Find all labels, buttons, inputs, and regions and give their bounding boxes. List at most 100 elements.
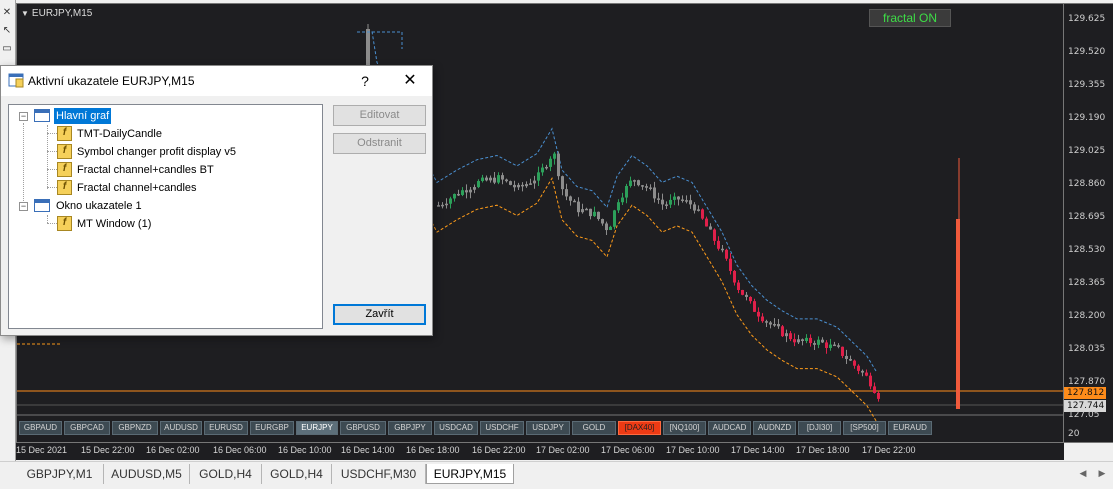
scroll-right-icon[interactable]: ▶: [1095, 466, 1109, 480]
price-axis-label: 128.530: [1068, 245, 1106, 255]
fractal-toggle-button[interactable]: fractal ON: [869, 9, 951, 27]
candle-body: [541, 167, 544, 173]
collapse-icon[interactable]: −: [19, 112, 28, 121]
toolbar-icon[interactable]: ▭: [0, 42, 14, 56]
candle-body: [721, 248, 724, 251]
candle-body: [705, 218, 708, 227]
candle-body: [497, 175, 500, 183]
symbol-button-gold[interactable]: GOLD: [572, 421, 616, 435]
symbol-button-gbpjpy[interactable]: GBPJPY: [388, 421, 432, 435]
candle-body: [513, 184, 516, 188]
indicator-window-top-label: 127.05: [1068, 410, 1100, 420]
indicator-window-bottom-label: 20: [1068, 429, 1080, 439]
candle-body: [841, 346, 844, 356]
tab-audusd-m5[interactable]: AUDUSD,M5: [104, 464, 190, 484]
candle-body: [609, 226, 612, 231]
price-axis-label: 128.860: [1068, 179, 1106, 189]
collapse-icon[interactable]: −: [19, 202, 28, 211]
tab-gbpjpy-m1[interactable]: GBPJPY,M1: [16, 464, 104, 484]
active-indicators-dialog: Aktivní ukazatele EURJPY,M15 ? ✕ − Hlavn…: [0, 65, 433, 336]
close-icon[interactable]: ✕: [0, 6, 14, 20]
symbol-button-gbpnzd[interactable]: GBPNZD: [112, 421, 158, 435]
symbol-button-euraud[interactable]: EURAUD: [888, 421, 932, 435]
symbol-button-audnzd[interactable]: AUDNZD: [753, 421, 796, 435]
candle-body: [765, 321, 768, 323]
candle-body: [825, 342, 828, 348]
symbol-button-eurusd[interactable]: EURUSD: [204, 421, 248, 435]
symbol-button-eurgbp[interactable]: EURGBP: [250, 421, 294, 435]
candle-body: [605, 223, 608, 231]
candle-body: [533, 180, 536, 184]
candle-body: [717, 240, 720, 249]
chart-window-icon: [34, 199, 50, 212]
custom-indicator-icon: f: [57, 180, 72, 195]
symbol-button-gbpaud[interactable]: GBPAUD: [19, 421, 62, 435]
symbol-button-nq100[interactable]: [NQ100]: [663, 421, 706, 435]
candle-body: [777, 324, 780, 327]
tree-item-main-chart[interactable]: − Hlavní graf: [9, 108, 309, 124]
candle-body: [469, 189, 472, 193]
tree-item-subwindow[interactable]: − Okno ukazatele 1: [9, 198, 309, 214]
close-button[interactable]: ✕: [399, 71, 421, 91]
candle-body: [873, 386, 876, 393]
tree-item-indicator[interactable]: f TMT-DailyCandle: [9, 126, 309, 142]
candle-body: [577, 201, 580, 213]
candle-body: [597, 211, 600, 220]
indicators-tree[interactable]: − Hlavní graf f TMT-DailyCandle f Symbol…: [8, 104, 323, 329]
price-axis-label: 127.870: [1068, 377, 1106, 387]
tree-item-indicator[interactable]: f Fractal channel+candles: [9, 180, 309, 196]
price-axis-label: 128.695: [1068, 212, 1106, 222]
tree-label-indicator: Fractal channel+candles BT: [77, 164, 214, 176]
symbol-button-gbpcad[interactable]: GBPCAD: [64, 421, 110, 435]
candle-body: [813, 343, 816, 345]
chart-symbol-title: ▼ EURJPY,M15: [21, 8, 92, 19]
candle-body: [729, 258, 732, 271]
time-axis-label: 16 Dec 10:00: [278, 445, 332, 455]
edit-button[interactable]: Editovat: [333, 105, 426, 126]
candle-body: [461, 190, 464, 195]
help-button[interactable]: ?: [355, 71, 375, 91]
candle-body: [673, 196, 676, 200]
tree-item-indicator[interactable]: f Symbol changer profit display v5: [9, 144, 309, 160]
symbol-button-dax40[interactable]: [DAX40]: [618, 421, 661, 435]
candle-body: [793, 339, 796, 343]
candle-body: [805, 337, 808, 341]
tab-gold-h4-2[interactable]: GOLD,H4: [262, 464, 332, 484]
symbol-button-dji30[interactable]: [DJI30]: [798, 421, 841, 435]
tree-label-indicator: MT Window (1): [77, 218, 152, 230]
candle-body: [685, 200, 688, 202]
symbol-button-sp500[interactable]: [SP500]: [843, 421, 886, 435]
current-price-tag: 127.812: [1064, 387, 1106, 399]
scroll-left-icon[interactable]: ◀: [1076, 466, 1090, 480]
candle-body: [581, 209, 584, 213]
price-axis-label: 128.035: [1068, 344, 1106, 354]
tab-eurjpy-m15[interactable]: EURJPY,M15: [426, 464, 514, 484]
candle-body: [689, 200, 692, 205]
time-axis-label: 15 Dec 22:00: [81, 445, 135, 455]
symbol-button-usdchf[interactable]: USDCHF: [480, 421, 524, 435]
fractal-lower-channel: [371, 81, 878, 423]
symbol-button-audcad[interactable]: AUDCAD: [708, 421, 751, 435]
candle-body: [773, 324, 776, 326]
remove-button[interactable]: Odstranit: [333, 133, 426, 154]
candle-body: [557, 153, 560, 177]
candle-body: [561, 176, 564, 190]
time-axis: 15 Dec 2021 15 Dec 22:00 16 Dec 02:00 16 De…: [16, 443, 1064, 460]
candle-body: [477, 181, 480, 188]
candle-body: [853, 360, 856, 366]
symbol-button-eurjpy[interactable]: EURJPY: [296, 421, 338, 435]
pin-icon[interactable]: ↖: [0, 24, 14, 38]
candle-body: [449, 198, 452, 204]
candle-body: [637, 180, 640, 186]
tree-item-indicator[interactable]: f MT Window (1): [9, 216, 309, 232]
symbol-button-gbpusd[interactable]: GBPUSD: [340, 421, 386, 435]
tab-gold-h4[interactable]: GOLD,H4: [190, 464, 262, 484]
symbol-button-usdjpy[interactable]: USDJPY: [526, 421, 570, 435]
symbol-button-audusd[interactable]: AUDUSD: [160, 421, 202, 435]
dialog-close-button[interactable]: Zavřít: [333, 304, 426, 325]
candle-body: [505, 179, 508, 182]
tree-item-indicator[interactable]: f Fractal channel+candles BT: [9, 162, 309, 178]
symbol-button-usdcad[interactable]: USDCAD: [434, 421, 478, 435]
tab-usdchf-m30[interactable]: USDCHF,M30: [332, 464, 426, 484]
dropdown-triangle-icon: ▼: [21, 9, 29, 18]
